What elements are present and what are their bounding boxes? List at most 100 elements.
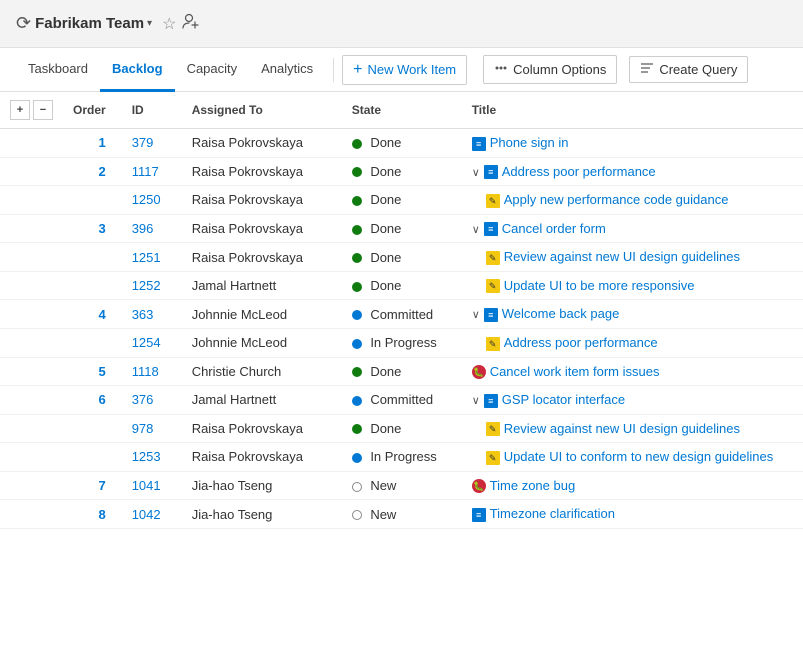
row-id[interactable]: 1251 xyxy=(122,243,182,272)
row-id[interactable]: 1253 xyxy=(122,443,182,472)
tab-taskboard[interactable]: Taskboard xyxy=(16,48,100,92)
row-order: 3 xyxy=(63,214,122,243)
row-assigned: Raisa Pokrovskaya xyxy=(182,243,342,272)
expand-collapse-header: + − xyxy=(0,92,63,129)
state-dot xyxy=(352,225,362,235)
title-link[interactable]: Review against new UI design guidelines xyxy=(504,249,740,264)
star-icon[interactable]: ☆ xyxy=(162,14,176,34)
user-story-icon: ≡ xyxy=(484,165,498,179)
chevron-down-icon[interactable]: ▾ xyxy=(147,18,152,29)
tab-backlog[interactable]: Backlog xyxy=(100,48,175,92)
order-header: Order xyxy=(63,92,122,129)
title-link[interactable]: Cancel order form xyxy=(502,221,606,236)
row-assigned: Jia-hao Tseng xyxy=(182,471,342,500)
row-title: ≡ Phone sign in xyxy=(462,129,803,158)
title-link[interactable]: Address poor performance xyxy=(504,335,658,350)
row-id[interactable]: 978 xyxy=(122,414,182,443)
row-expand-cell xyxy=(0,414,63,443)
row-assigned: Christie Church xyxy=(182,357,342,386)
title-link[interactable]: Review against new UI design guidelines xyxy=(504,421,740,436)
collapse-toggle[interactable]: ∨ xyxy=(472,224,480,236)
collapse-toggle[interactable]: ∨ xyxy=(472,167,480,179)
row-expand-cell xyxy=(0,157,63,186)
row-id[interactable]: 363 xyxy=(122,300,182,329)
column-options-icon xyxy=(494,61,508,78)
row-expand-cell xyxy=(0,214,63,243)
collapse-all-button[interactable]: − xyxy=(33,100,53,120)
top-bar: ⟳ Fabrikam Team ▾ ☆ Taskboard Backlog Ca… xyxy=(0,0,803,92)
add-person-icon[interactable] xyxy=(182,12,200,35)
title-link[interactable]: Timezone clarification xyxy=(490,506,615,521)
title-link[interactable]: Update UI to be more responsive xyxy=(504,278,695,293)
title-link[interactable]: Cancel work item form issues xyxy=(490,364,660,379)
expand-all-button[interactable]: + xyxy=(10,100,30,120)
row-id[interactable]: 376 xyxy=(122,386,182,415)
row-assigned: Raisa Pokrovskaya xyxy=(182,129,342,158)
row-state: New xyxy=(342,471,462,500)
row-id[interactable]: 379 xyxy=(122,129,182,158)
row-title: ✎Address poor performance xyxy=(462,328,803,357)
title-link[interactable]: Phone sign in xyxy=(490,135,569,150)
row-title: ∨ ≡ Address poor performance xyxy=(462,157,803,186)
user-story-icon: ≡ xyxy=(472,137,486,151)
title-link[interactable]: Address poor performance xyxy=(502,164,656,179)
table-row: 4 363 Johnnie McLeod Committed ∨≡Welcome… xyxy=(0,300,803,329)
row-assigned: Raisa Pokrovskaya xyxy=(182,414,342,443)
state-dot xyxy=(352,196,362,206)
collapse-toggle[interactable]: ∨ xyxy=(472,395,480,407)
collapse-toggle[interactable]: ∨ xyxy=(472,309,480,321)
bug-icon: 🐛 xyxy=(472,365,486,379)
team-name: Fabrikam Team xyxy=(35,15,144,32)
row-id[interactable]: 1252 xyxy=(122,271,182,300)
user-story-icon: ≡ xyxy=(484,308,498,322)
column-options-label: Column Options xyxy=(513,62,606,77)
title-link[interactable]: Update UI to conform to new design guide… xyxy=(504,449,774,464)
row-title: 🐛 Time zone bug xyxy=(462,471,803,500)
table-row: 978 Raisa Pokrovskaya Done ✎Review again… xyxy=(0,414,803,443)
title-link[interactable]: Welcome back page xyxy=(502,306,620,321)
row-expand-cell xyxy=(0,386,63,415)
row-id[interactable]: 1118 xyxy=(122,357,182,386)
new-work-item-button[interactable]: + New Work Item xyxy=(342,55,467,85)
title-link[interactable]: GSP locator interface xyxy=(502,392,625,407)
state-dot xyxy=(352,310,362,320)
row-id[interactable]: 1254 xyxy=(122,328,182,357)
row-state: Committed xyxy=(342,386,462,415)
table-row: 7 1041 Jia-hao Tseng New 🐛Time zone bug xyxy=(0,471,803,500)
state-label: Committed xyxy=(370,392,433,407)
row-id[interactable]: 1042 xyxy=(122,500,182,529)
state-label: Done xyxy=(370,364,401,379)
state-label: Done xyxy=(370,421,401,436)
row-expand-cell xyxy=(0,129,63,158)
tab-capacity[interactable]: Capacity xyxy=(175,48,250,92)
row-id[interactable]: 1041 xyxy=(122,471,182,500)
tab-analytics[interactable]: Analytics xyxy=(249,48,325,92)
row-title: ✎Review against new UI design guidelines xyxy=(462,414,803,443)
row-assigned: Jia-hao Tseng xyxy=(182,500,342,529)
state-label: New xyxy=(370,478,396,493)
row-title: ✎Review against new UI design guidelines xyxy=(462,243,803,272)
bug-icon: 🐛 xyxy=(472,479,486,493)
row-expand-cell xyxy=(0,271,63,300)
title-header: Title xyxy=(462,92,803,129)
title-link[interactable]: Time zone bug xyxy=(490,478,576,493)
row-id[interactable]: 1250 xyxy=(122,186,182,215)
table-row: 1 379 Raisa Pokrovskaya Done ≡Phone sign… xyxy=(0,129,803,158)
row-title: 🐛 Cancel work item form issues xyxy=(462,357,803,386)
state-dot xyxy=(352,424,362,434)
table-row: 3 396 Raisa Pokrovskaya Done ∨≡Cancel or… xyxy=(0,214,803,243)
create-query-button[interactable]: Create Query xyxy=(629,56,748,83)
user-story-icon: ≡ xyxy=(484,222,498,236)
nav-tabs: Taskboard Backlog Capacity Analytics + N… xyxy=(0,48,803,92)
row-id[interactable]: 1117 xyxy=(122,157,182,186)
title-link[interactable]: Apply new performance code guidance xyxy=(504,192,729,207)
state-label: Done xyxy=(370,164,401,179)
row-order xyxy=(63,443,122,472)
row-id[interactable]: 396 xyxy=(122,214,182,243)
row-state: Done xyxy=(342,271,462,300)
column-options-button[interactable]: Column Options xyxy=(483,55,617,84)
state-header: State xyxy=(342,92,462,129)
row-assigned: Raisa Pokrovskaya xyxy=(182,186,342,215)
state-dot xyxy=(352,367,362,377)
row-order xyxy=(63,243,122,272)
